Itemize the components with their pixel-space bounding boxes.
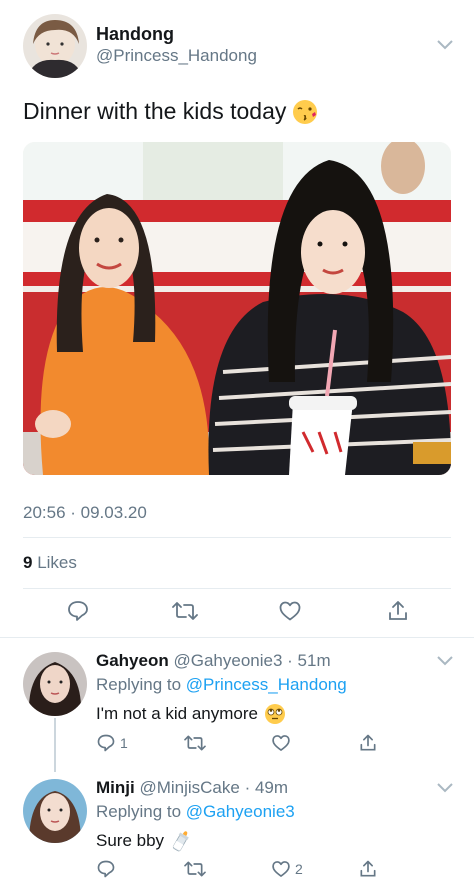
replying-to-link[interactable]: @Princess_Handong (186, 675, 347, 694)
author-avatar[interactable] (23, 14, 87, 78)
replying-prefix: Replying to (96, 802, 182, 821)
reply-author-handle[interactable]: @Gahyeonie3 (173, 651, 282, 670)
reply-header: Minji @MinjisCake · 49m (96, 778, 288, 798)
eye-roll-face-icon (264, 704, 285, 724)
reply-icon (97, 860, 115, 878)
reply-time: · 49m (244, 778, 289, 797)
reply-avatar[interactable] (23, 779, 87, 843)
baby-bottle-icon (172, 831, 189, 852)
like-button[interactable]: 2 (271, 859, 303, 879)
reply-avatar[interactable] (23, 652, 87, 716)
retweet-icon (172, 602, 198, 620)
share-icon (360, 734, 376, 751)
like-button[interactable] (271, 733, 295, 753)
tweet-timestamp: 20:56 · 09.03.20 (23, 503, 147, 522)
chevron-down-icon[interactable] (437, 656, 453, 666)
heart-icon (279, 601, 301, 621)
reply-author-name[interactable]: Minji (96, 778, 135, 797)
reply-count: 1 (120, 735, 128, 751)
retweet-button[interactable] (172, 599, 198, 623)
reply-actions: 2 (0, 859, 474, 885)
reply-button[interactable] (66, 599, 90, 623)
reply-button[interactable]: 1 (96, 733, 128, 753)
share-button[interactable] (386, 599, 410, 623)
retweet-icon (184, 735, 206, 751)
kissing-face-icon (293, 99, 318, 124)
tweet-actions (0, 599, 474, 625)
replying-prefix: Replying to (96, 675, 182, 694)
reply-text: I'm not a kid anymore (96, 703, 286, 725)
like-count: 2 (295, 861, 303, 877)
tweet-text: Dinner with the kids today (23, 98, 318, 125)
reply-icon (97, 734, 115, 752)
divider (23, 537, 451, 538)
like-button[interactable] (278, 599, 302, 623)
replying-to: Replying to @Princess_Handong (96, 675, 347, 695)
heart-icon (272, 861, 290, 877)
section-separator (0, 637, 474, 638)
reply-header: Gahyeon @Gahyeonie3 · 51m (96, 651, 331, 671)
reply-text-content: I'm not a kid anymore (96, 704, 258, 723)
retweet-button[interactable] (184, 859, 206, 879)
author-name[interactable]: Handong (96, 24, 174, 45)
tweet-photo[interactable] (23, 142, 451, 475)
reply-text-content: Sure bby (96, 831, 165, 850)
retweet-icon (184, 861, 206, 877)
retweet-button[interactable] (184, 733, 206, 753)
reply-button[interactable] (96, 859, 120, 879)
likes-label: Likes (37, 553, 77, 572)
share-icon (360, 860, 376, 877)
likes-count[interactable]: 9 Likes (23, 553, 77, 573)
reply-text: Sure bby (96, 829, 192, 853)
replying-to-link[interactable]: @Gahyeonie3 (186, 802, 295, 821)
reply-author-name[interactable]: Gahyeon (96, 651, 169, 670)
share-button[interactable] (358, 733, 378, 753)
chevron-down-icon[interactable] (437, 40, 453, 50)
share-button[interactable] (358, 859, 378, 879)
reply-actions: 1 (0, 733, 474, 759)
likes-number: 9 (23, 553, 33, 572)
reply-time: · 51m (287, 651, 331, 670)
reply-icon (68, 601, 88, 621)
reply-author-handle[interactable]: @MinjisCake (139, 778, 239, 797)
replying-to: Replying to @Gahyeonie3 (96, 802, 295, 822)
divider (23, 588, 451, 589)
chevron-down-icon[interactable] (437, 783, 453, 793)
heart-icon (272, 735, 290, 751)
tweet-text-content: Dinner with the kids today (23, 98, 287, 124)
author-handle[interactable]: @Princess_Handong (96, 46, 257, 66)
share-icon (389, 601, 407, 620)
